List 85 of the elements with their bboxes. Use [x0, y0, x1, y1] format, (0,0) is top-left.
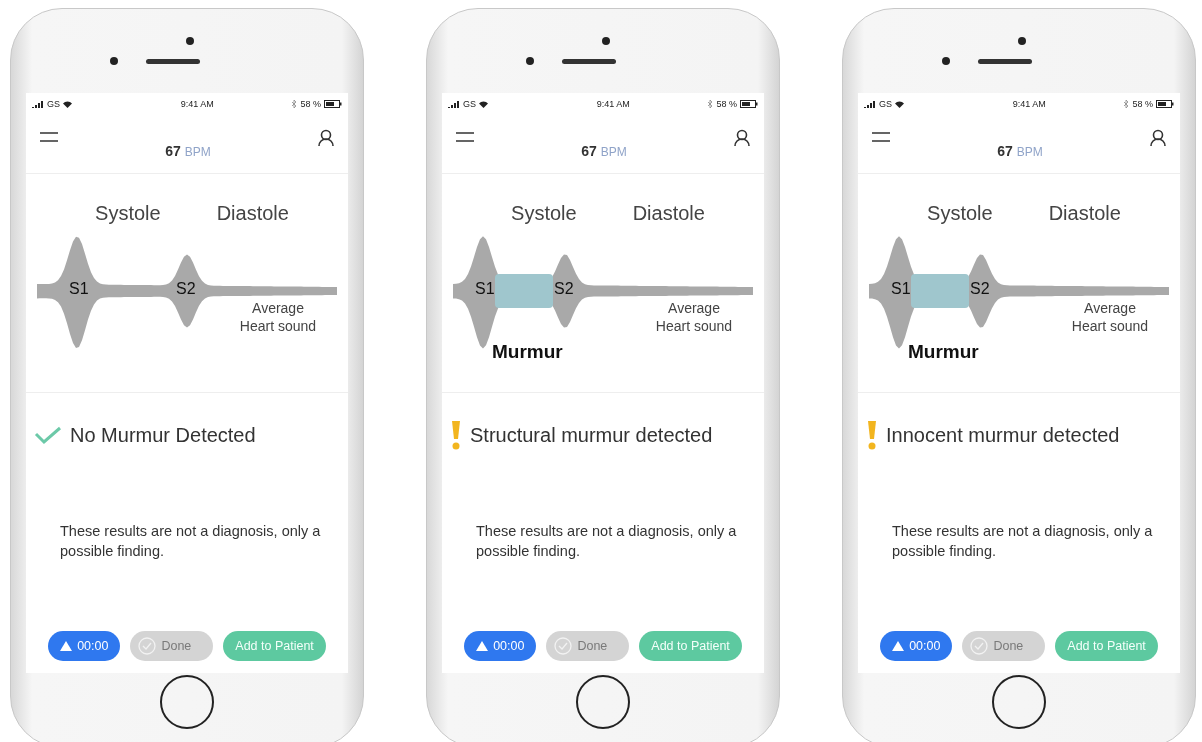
bluetooth-icon: [292, 100, 298, 108]
menu-icon[interactable]: [872, 132, 890, 142]
carrier-name: GS: [47, 99, 60, 109]
disclaimer-text: These results are not a diagnosis, only a possible finding.: [476, 522, 738, 561]
disclaimer-text: These results are not a diagnosis, only a possible finding.: [60, 522, 322, 561]
wifi-icon: [895, 100, 904, 108]
warning-icon: [866, 420, 878, 450]
signal-icon: [32, 100, 44, 108]
camera-dot: [602, 37, 610, 45]
status-time: 9:41 AM: [1012, 99, 1046, 109]
bluetooth-icon: [708, 100, 714, 108]
s1-label: S1: [891, 280, 911, 298]
heart-rate-unit: BPM: [1016, 145, 1043, 159]
battery-percent: 58 %: [716, 99, 737, 109]
diastole-label: Diastole: [216, 202, 289, 225]
murmur-label: Murmur: [492, 341, 563, 363]
average-heart-sound-label: Average Heart sound: [238, 299, 318, 335]
murmur-region: [911, 274, 969, 308]
menu-icon[interactable]: [456, 132, 474, 142]
user-icon[interactable]: [318, 129, 334, 147]
carrier-name: GS: [879, 99, 892, 109]
bluetooth-icon: [1124, 100, 1130, 108]
heart-rate-unit: BPM: [184, 145, 211, 159]
result-text: No Murmur Detected: [70, 423, 256, 447]
triangle-icon: [476, 641, 489, 651]
add-to-patient-button[interactable]: Add to Patient: [639, 631, 742, 661]
systole-label: Systole: [511, 202, 577, 225]
average-heart-sound-label: Average Heart sound: [654, 299, 734, 335]
home-button[interactable]: [992, 675, 1046, 729]
status-time: 9:41 AM: [596, 99, 630, 109]
wifi-icon: [479, 100, 488, 108]
front-camera: [942, 57, 950, 65]
timer-button[interactable]: 00:00: [880, 631, 953, 661]
heart-rate-value: 67: [581, 143, 597, 159]
murmur-region: [495, 274, 553, 308]
menu-icon[interactable]: [40, 132, 58, 142]
wifi-icon: [63, 100, 72, 108]
battery-icon: [1156, 100, 1174, 108]
result-text: Structural murmur detected: [470, 423, 713, 447]
speaker-grille: [562, 58, 616, 64]
check-circle-icon: [138, 637, 157, 655]
battery-percent: 58 %: [1132, 99, 1153, 109]
s1-label: S1: [69, 280, 89, 298]
speaker-grille: [978, 58, 1032, 64]
s2-label: S2: [554, 280, 574, 298]
systole-label: Systole: [927, 202, 993, 225]
result-text: Innocent murmur detected: [886, 423, 1120, 447]
timer-button[interactable]: 00:00: [464, 631, 537, 661]
battery-icon: [740, 100, 758, 108]
check-circle-icon: [970, 637, 989, 655]
status-time: 9:41 AM: [180, 99, 214, 109]
heart-rate-unit: BPM: [600, 145, 627, 159]
check-circle-icon: [554, 637, 573, 655]
battery-percent: 58 %: [300, 99, 321, 109]
user-icon[interactable]: [1150, 129, 1166, 147]
triangle-icon: [892, 641, 905, 651]
timer-button[interactable]: 00:00: [48, 631, 121, 661]
camera-dot: [1018, 37, 1026, 45]
check-icon: [34, 425, 62, 445]
add-to-patient-button[interactable]: Add to Patient: [1055, 631, 1158, 661]
diastole-label: Diastole: [632, 202, 705, 225]
diastole-label: Diastole: [1048, 202, 1121, 225]
user-icon[interactable]: [734, 129, 750, 147]
speaker-grille: [146, 58, 200, 64]
camera-dot: [186, 37, 194, 45]
front-camera: [526, 57, 534, 65]
systole-label: Systole: [95, 202, 161, 225]
warning-icon: [450, 420, 462, 450]
home-button[interactable]: [160, 675, 214, 729]
home-button[interactable]: [576, 675, 630, 729]
carrier-name: GS: [463, 99, 476, 109]
s2-label: S2: [176, 280, 196, 298]
s2-label: S2: [970, 280, 990, 298]
disclaimer-text: These results are not a diagnosis, only a possible finding.: [892, 522, 1154, 561]
triangle-icon: [60, 641, 73, 651]
heart-rate-value: 67: [997, 143, 1013, 159]
murmur-label: Murmur: [908, 341, 979, 363]
average-heart-sound-label: Average Heart sound: [1070, 299, 1150, 335]
add-to-patient-button[interactable]: Add to Patient: [223, 631, 326, 661]
heart-rate-value: 67: [165, 143, 181, 159]
signal-icon: [864, 100, 876, 108]
battery-icon: [324, 100, 342, 108]
signal-icon: [448, 100, 460, 108]
front-camera: [110, 57, 118, 65]
s1-label: S1: [475, 280, 495, 298]
